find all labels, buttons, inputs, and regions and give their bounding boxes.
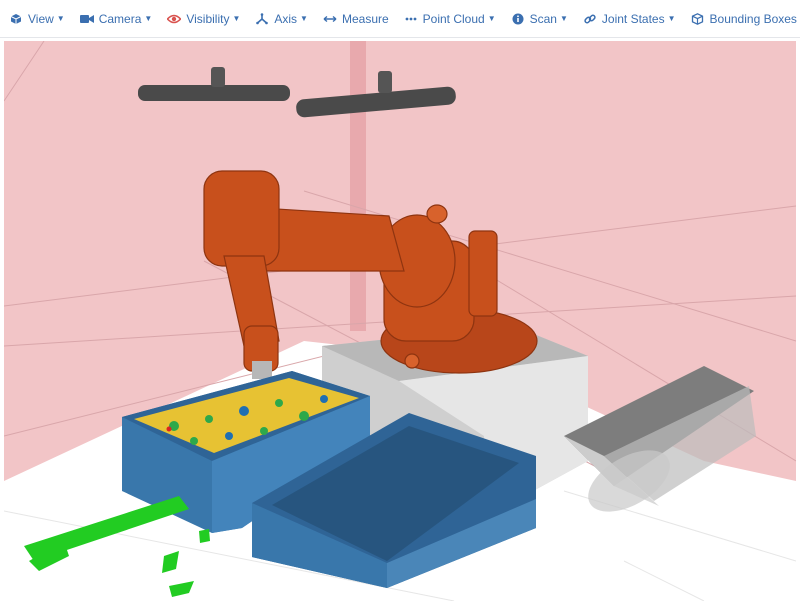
dots-icon	[404, 12, 418, 26]
info-circle-icon	[511, 12, 525, 26]
caret-down-icon: ▼	[667, 14, 676, 23]
caret-down-icon: ▼	[300, 14, 308, 23]
wall-pillar	[350, 41, 366, 331]
scan-menu-label: Scan	[529, 11, 557, 26]
robot-gripper	[252, 361, 272, 379]
joint-states-menu[interactable]: Joint States ▼	[583, 12, 676, 26]
axis-menu-label: Axis	[274, 11, 298, 26]
caret-down-icon: ▼	[56, 14, 65, 23]
video-camera-icon	[79, 12, 94, 26]
caret-down-icon: ▼	[487, 14, 496, 23]
point-cloud-menu-label: Point Cloud	[422, 11, 485, 26]
link-icon	[583, 12, 597, 26]
axis-menu[interactable]: Axis ▼	[255, 12, 308, 26]
camera-menu-label: Camera	[98, 11, 142, 26]
cube-icon	[9, 12, 23, 26]
visibility-menu-label: Visibility	[186, 11, 230, 26]
3d-viewport[interactable]	[4, 41, 796, 601]
caret-down-icon: ▼	[232, 14, 241, 23]
robot-scene	[4, 41, 796, 601]
bounding-boxes-menu-label: Bounding Boxes	[709, 11, 797, 26]
measure-label: Measure	[341, 11, 389, 26]
visibility-menu[interactable]: Visibility ▼	[167, 12, 240, 26]
cubes-icon	[691, 12, 705, 26]
arrows-horizontal-icon	[323, 12, 337, 26]
scan-menu[interactable]: Scan ▼	[511, 12, 568, 26]
caret-down-icon: ▼	[144, 14, 153, 23]
bounding-boxes-menu[interactable]: Bounding Boxes ▼	[691, 12, 800, 26]
camera-menu[interactable]: Camera ▼	[79, 11, 153, 26]
axis-icon	[255, 12, 269, 26]
eye-icon	[167, 12, 182, 26]
caret-down-icon: ▼	[559, 14, 568, 23]
point-cloud-menu[interactable]: Point Cloud ▼	[404, 12, 496, 26]
view-menu[interactable]: View ▼	[9, 12, 65, 26]
view-menu-label: View	[28, 11, 54, 26]
measure-button[interactable]: Measure	[323, 12, 389, 26]
joint-states-menu-label: Joint States	[601, 11, 665, 26]
toolbar: View ▼ Camera ▼ Visibility ▼ Axis ▼ Meas…	[0, 0, 800, 38]
